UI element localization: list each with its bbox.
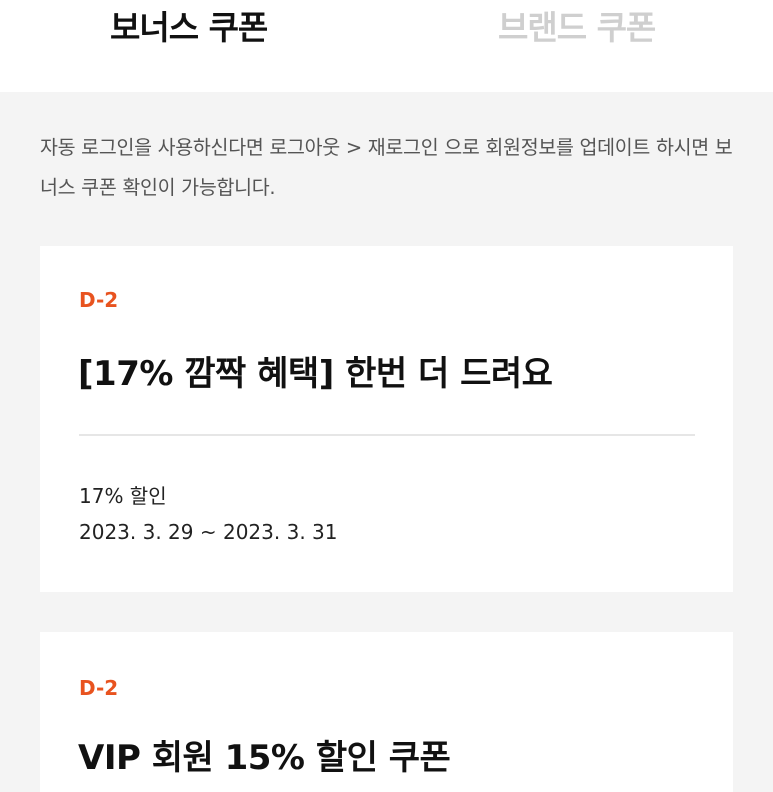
coupon-dday-badge: D-2 bbox=[79, 676, 119, 700]
coupon-title: [17% 깜짝 혜택] 한번 더 드려요 bbox=[78, 354, 553, 394]
coupon-card[interactable]: D-2 [17% 깜짝 혜택] 한번 더 드려요 17% 할인 2023. 3.… bbox=[40, 246, 733, 592]
coupon-discount: 17% 할인 bbox=[79, 484, 167, 508]
coupon-title: VIP 회원 15% 할인 쿠폰 bbox=[78, 738, 451, 778]
tab-bonus-coupon[interactable]: 보너스 쿠폰 bbox=[110, 6, 268, 50]
tab-brand-coupon[interactable]: 브랜드 쿠폰 bbox=[498, 6, 656, 50]
login-notice-text: 자동 로그인을 사용하신다면 로그아웃 > 재로그인 으로 회원정보를 업데이트… bbox=[40, 136, 733, 199]
coupon-validity-period: 2023. 3. 29 ~ 2023. 3. 31 bbox=[79, 520, 338, 544]
coupon-dday-badge: D-2 bbox=[79, 288, 119, 312]
coupon-tab-bar: 보너스 쿠폰 브랜드 쿠폰 bbox=[0, 0, 773, 92]
coupon-card[interactable]: D-2 VIP 회원 15% 할인 쿠폰 bbox=[40, 632, 733, 792]
coupon-divider bbox=[79, 434, 695, 436]
